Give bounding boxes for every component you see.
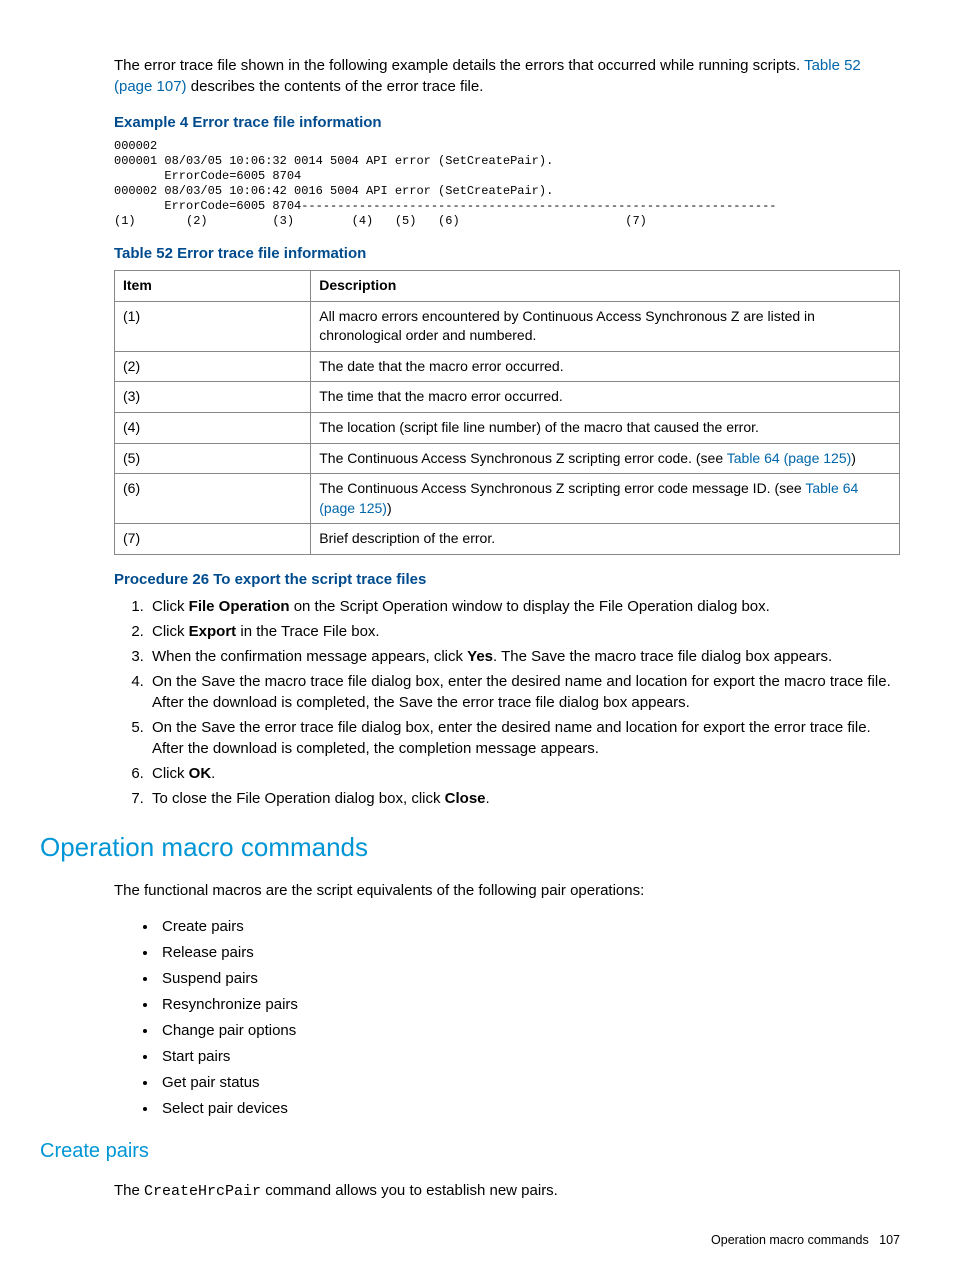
example-code: 000002 000001 08/03/05 10:06:32 0014 500… bbox=[114, 139, 900, 229]
list-item: Suspend pairs bbox=[158, 968, 900, 989]
list-item: Create pairs bbox=[158, 916, 900, 937]
page-footer: Operation macro commands 107 bbox=[40, 1232, 900, 1250]
table-row: (4)The location (script file line number… bbox=[115, 412, 900, 443]
list-item: Get pair status bbox=[158, 1072, 900, 1093]
intro-pre: The error trace file shown in the follow… bbox=[114, 57, 804, 74]
cell-desc: The time that the macro error occurred. bbox=[311, 382, 900, 413]
createhrcpair-code: CreateHrcPair bbox=[144, 1183, 261, 1200]
intro-paragraph: The error trace file shown in the follow… bbox=[114, 55, 900, 97]
step-3: When the confirmation message appears, c… bbox=[148, 646, 900, 667]
step-2: Click Export in the Trace File box. bbox=[148, 621, 900, 642]
table64-link[interactable]: Table 64 (page 125) bbox=[727, 450, 852, 466]
table-title: Table 52 Error trace file information bbox=[114, 243, 900, 264]
cell-desc: The Continuous Access Synchronous Z scri… bbox=[311, 443, 900, 474]
list-item: Change pair options bbox=[158, 1020, 900, 1041]
intro-post: describes the contents of the error trac… bbox=[187, 78, 484, 95]
subsection-text: The CreateHrcPair command allows you to … bbox=[114, 1180, 900, 1202]
cell-item: (3) bbox=[115, 382, 311, 413]
subsection-title: Create pairs bbox=[40, 1137, 914, 1165]
footer-page: 107 bbox=[879, 1233, 900, 1247]
list-item: Start pairs bbox=[158, 1046, 900, 1067]
section-title: Operation macro commands bbox=[40, 829, 914, 865]
cell-item: (6) bbox=[115, 474, 311, 524]
cell-desc: Brief description of the error. bbox=[311, 524, 900, 555]
section-intro: The functional macros are the script equ… bbox=[114, 880, 900, 901]
table-row: (1)All macro errors encountered by Conti… bbox=[115, 301, 900, 351]
cell-item: (2) bbox=[115, 351, 311, 382]
step-5: On the Save the error trace file dialog … bbox=[148, 717, 900, 759]
step-6: Click OK. bbox=[148, 763, 900, 784]
th-desc: Description bbox=[311, 271, 900, 302]
table-row: (5)The Continuous Access Synchronous Z s… bbox=[115, 443, 900, 474]
example-title: Example 4 Error trace file information bbox=[114, 112, 900, 133]
cell-desc: The Continuous Access Synchronous Z scri… bbox=[311, 474, 900, 524]
list-item: Release pairs bbox=[158, 942, 900, 963]
cell-desc: All macro errors encountered by Continuo… bbox=[311, 301, 900, 351]
table-row: (6)The Continuous Access Synchronous Z s… bbox=[115, 474, 900, 524]
procedure-title: Procedure 26 To export the script trace … bbox=[114, 569, 900, 590]
cell-item: (7) bbox=[115, 524, 311, 555]
th-item: Item bbox=[115, 271, 311, 302]
error-trace-table: Item Description (1)All macro errors enc… bbox=[114, 270, 900, 555]
list-item: Select pair devices bbox=[158, 1098, 900, 1119]
pair-operations-list: Create pairs Release pairs Suspend pairs Re… bbox=[114, 916, 900, 1119]
step-4: On the Save the macro trace file dialog … bbox=[148, 671, 900, 713]
table-row: (3)The time that the macro error occurre… bbox=[115, 382, 900, 413]
cell-desc: The location (script file line number) o… bbox=[311, 412, 900, 443]
table-row: (7)Brief description of the error. bbox=[115, 524, 900, 555]
footer-label: Operation macro commands bbox=[711, 1233, 869, 1247]
table-row: (2)The date that the macro error occurre… bbox=[115, 351, 900, 382]
step-1: Click File Operation on the Script Opera… bbox=[148, 596, 900, 617]
cell-item: (5) bbox=[115, 443, 311, 474]
list-item: Resynchronize pairs bbox=[158, 994, 900, 1015]
procedure-steps: Click File Operation on the Script Opera… bbox=[114, 596, 900, 809]
step-7: To close the File Operation dialog box, … bbox=[148, 788, 900, 809]
cell-item: (4) bbox=[115, 412, 311, 443]
cell-item: (1) bbox=[115, 301, 311, 351]
cell-desc: The date that the macro error occurred. bbox=[311, 351, 900, 382]
